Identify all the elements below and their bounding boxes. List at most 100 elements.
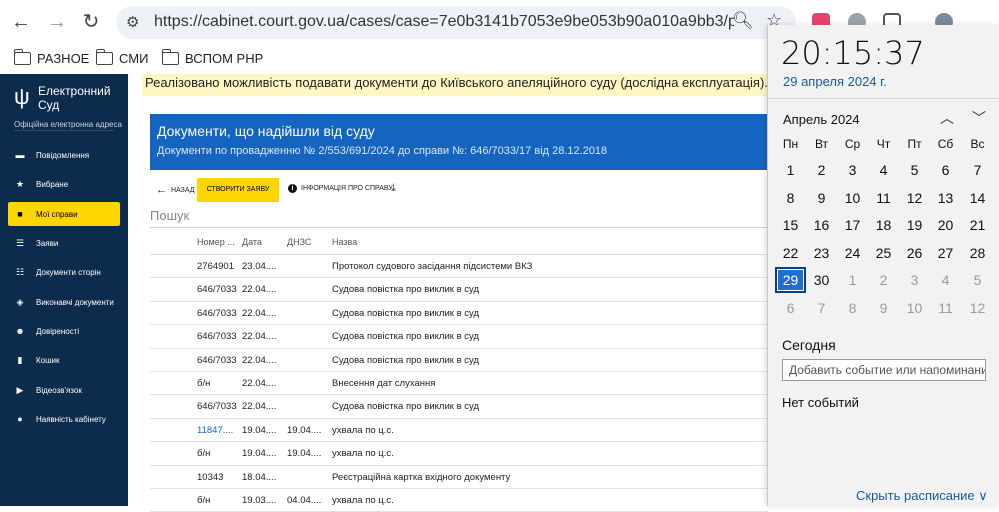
bookmark-folder[interactable]: РАЗНОЕ [13,49,89,66]
calendar-day[interactable]: 14 [962,185,993,211]
bookmark-folder[interactable]: СМИ [95,49,148,66]
case-info-button[interactable]: i ІНФОРМАЦІЯ ПРО СПРАВУ [288,184,393,193]
calendar-day[interactable]: 3 [899,267,930,293]
reload-icon[interactable]: ↻ [78,10,104,34]
download-icon[interactable]: ⤓ [391,182,396,195]
calendar-day[interactable]: 13 [930,185,961,211]
table-row[interactable]: 10343 18.04.... Реєстраційна картка вхідно… [150,466,768,489]
back-arrow-icon[interactable]: ← [8,10,34,34]
sidebar-item-favorites[interactable]: ★ Вибране [8,172,120,196]
calendar-day[interactable]: 18 [868,212,899,238]
calendar-day[interactable]: 10 [899,295,930,321]
add-event-input[interactable]: Добавить событие или напоминание [782,359,986,381]
table-row[interactable]: б/н 19.04.... 19.04.... ухвала по ц.с. [150,442,768,466]
column-header-name[interactable]: Назва [332,237,732,247]
address-bar[interactable]: ⚙ https://cabinet.court.gov.ua/cases/cas… [116,6,796,39]
calendar-day[interactable]: 12 [962,295,993,321]
calendar-day[interactable]: 17 [837,212,868,238]
calendar-day[interactable]: 26 [899,240,930,266]
cell-date: 22.04.... [242,354,277,366]
calendar-day[interactable]: 7 [962,157,993,183]
calendar-day[interactable]: 11 [930,295,961,321]
calendar-day[interactable]: 10 [837,185,868,211]
calendar-day[interactable]: 2 [806,157,837,183]
full-date-link[interactable]: 29 апреля 2024 г. [783,74,887,89]
table-row[interactable]: 646/7033 22.04.... Судова повістка про вик… [150,278,768,302]
calendar-day[interactable]: 30 [806,267,837,293]
sidebar-item-powers-of-attorney[interactable]: ☻ Довіреності [8,319,120,343]
calendar-day[interactable]: 19 [899,212,930,238]
table-row[interactable]: б/н 19.03.... 04.04.... ухвала по ц.с. [150,489,768,512]
cell-date: 22.04.... [242,307,277,319]
cell-number[interactable]: 11847.... [197,425,237,436]
calendar-day[interactable]: 12 [899,185,930,211]
column-header-number[interactable]: Номер ... [197,237,237,247]
sidebar-item-trash[interactable]: ▮ Кошик [8,348,120,372]
calendar-day[interactable]: 9 [806,185,837,211]
calendar-day[interactable]: 16 [806,212,837,238]
calendar-day[interactable]: 9 [868,295,899,321]
calendar-day[interactable]: 4 [868,157,899,183]
table-row[interactable]: 11847.... 19.04.... 19.04.... ухвала по ц.с… [150,419,768,443]
calendar-day[interactable]: 1 [837,267,868,293]
calendar-day[interactable]: 2 [868,267,899,293]
calendar-day[interactable]: 25 [868,240,899,266]
weekday-label: Пт [907,137,922,151]
table-row[interactable]: 646/7033 22.04.... Судова повістка про вик… [150,349,768,372]
calendar-day[interactable]: 1 [775,157,806,183]
sidebar-item-notifications[interactable]: ▬ Повідомлення [8,143,120,167]
sidebar-item-video-call[interactable]: ▶ Відеозв'язок [8,378,120,402]
bookmark-folder[interactable]: ВСПОМ РНР [161,49,263,66]
table-row[interactable]: 2764901 23.04.... Протокол судового засіда… [150,255,768,279]
calendar-day[interactable]: 22 [775,240,806,266]
calendar-day[interactable]: 8 [775,185,806,211]
calendar-day[interactable]: 7 [806,295,837,321]
calendar-day[interactable]: 15 [775,212,806,238]
calendar-day[interactable]: 3 [837,157,868,183]
table-row[interactable]: 646/7033 22.04.... Судова повістка про вик… [150,325,768,349]
calendar-day[interactable]: 5 [962,267,993,293]
weekday-label: Вс [970,137,985,151]
calendar-day[interactable]: 5 [899,157,930,183]
column-header-dnzs[interactable]: ДНЗС [287,237,329,247]
cell-number: 646/7033 [197,331,237,343]
url-text[interactable]: https://cabinet.court.gov.ua/cases/case=… [154,13,734,31]
sidebar-item-applications[interactable]: ☰ Заяви [8,231,120,255]
info-icon: i [288,184,297,193]
sidebar-item-executive-documents[interactable]: ◈ Виконавчі документи [8,290,120,314]
calendar-day[interactable]: 6 [930,157,961,183]
calendar-day[interactable]: 11 [868,185,899,211]
folder-icon [161,49,179,65]
calendar-month-label[interactable]: Апрель 2024 [783,112,860,127]
chevron-down-icon[interactable]: ﹀ [972,108,986,128]
back-button[interactable]: ← НАЗАД [156,184,195,196]
cell-name: Судова повістка про виклик в суд [332,307,479,319]
zoom-icon[interactable]: 🔍︎ [732,11,754,31]
calendar-day[interactable]: 6 [775,295,806,321]
sidebar-item-cabinet-check[interactable]: ● Наявність кабінету [8,407,120,431]
create-application-button[interactable]: СТВОРИТИ ЗАЯВУ [197,178,279,202]
hide-schedule-link[interactable]: Скрыть расписание ∨ [856,488,988,504]
table-row[interactable]: 646/7033 22.04.... Судова повістка про вик… [150,395,768,419]
calendar-day[interactable]: 24 [837,240,868,266]
case-info-label: ІНФОРМАЦІЯ ПРО СПРАВУ [301,185,393,192]
sidebar-item-my-cases[interactable]: ■ Мої справи [8,202,120,226]
search-input[interactable]: Пошук [150,208,768,228]
calendar-day[interactable]: 28 [962,240,993,266]
no-events-text: Нет событий [782,395,859,410]
table-row[interactable]: 646/7033 22.04.... Судова повістка про вик… [150,302,768,326]
calendar-day[interactable]: 21 [962,212,993,238]
calendar-day[interactable]: 4 [930,267,961,293]
column-header-date[interactable]: Дата [242,237,284,247]
site-settings-icon[interactable]: ⚙ [126,13,139,31]
forward-arrow-icon[interactable]: → [44,10,70,34]
calendar-day[interactable]: 20 [930,212,961,238]
table-row[interactable]: б/н 22.04.... Внесення дат слухання [150,372,768,396]
calendar-day[interactable]: 23 [806,240,837,266]
calendar-day-today[interactable]: 29 [775,267,806,294]
trident-logo-icon: ψ [14,84,30,109]
chevron-up-icon[interactable]: ︿ [940,108,954,128]
calendar-day[interactable]: 27 [930,240,961,266]
calendar-day[interactable]: 8 [837,295,868,321]
sidebar-item-party-documents[interactable]: ☷ Документи сторін [8,260,120,284]
